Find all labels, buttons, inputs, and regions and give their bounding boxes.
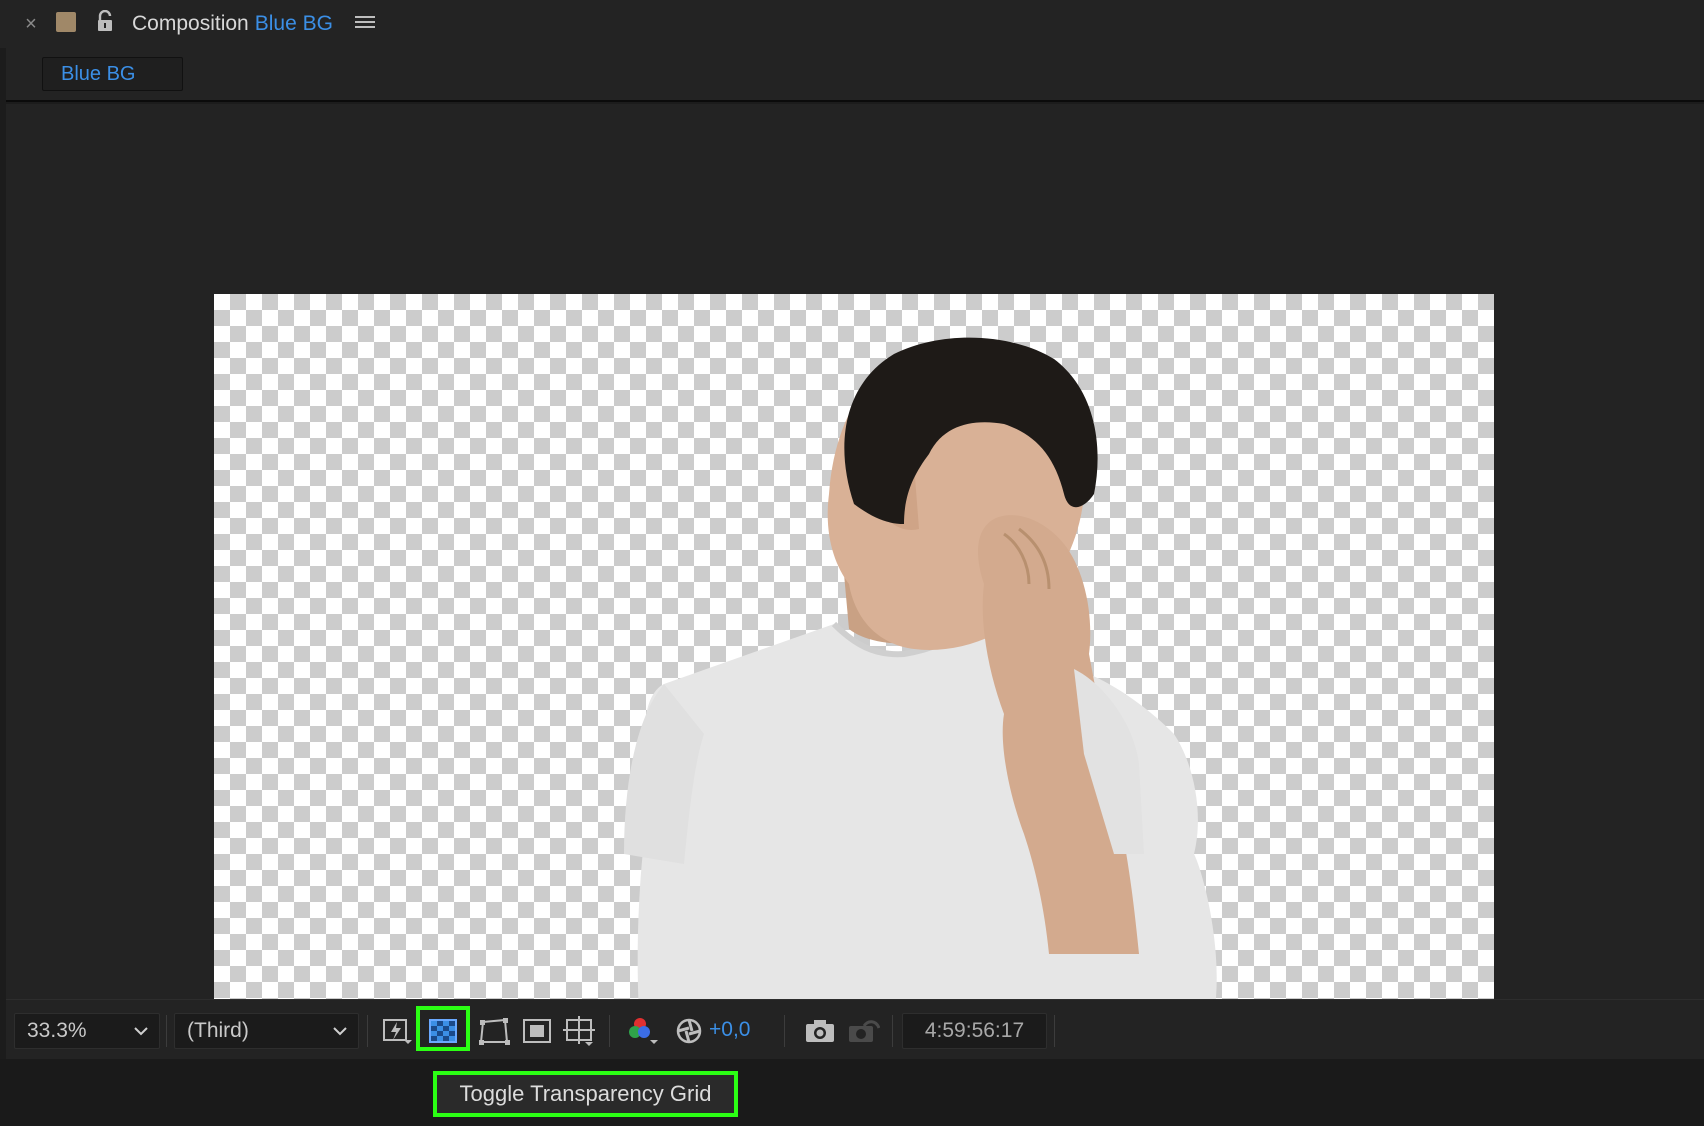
bottom-strip [0,1059,1704,1126]
tooltip: Toggle Transparency Grid [433,1071,738,1117]
lock-open-icon[interactable] [95,9,115,34]
transparency-grid-highlight [416,1006,470,1051]
resolution-value: (Third) [187,1019,249,1042]
chevron-down-icon [333,1027,347,1036]
fast-previews-icon[interactable] [380,1014,414,1048]
chevron-down-icon [134,1027,148,1036]
composition-viewer[interactable] [6,104,1704,1014]
panel-title: Composition Blue BG [132,9,333,39]
composition-name[interactable]: Blue BG [255,12,333,35]
exposure-reset-icon[interactable] [672,1014,706,1048]
mask-path-visibility-icon[interactable] [477,1014,511,1048]
color-channels-icon[interactable] [626,1014,660,1048]
region-of-interest-icon[interactable] [520,1014,554,1048]
timecode-display[interactable]: 4:59:56:17 [902,1013,1047,1049]
composition-canvas[interactable] [214,294,1494,1014]
label-color-swatch[interactable] [56,12,76,32]
tab-blue-bg[interactable]: Blue BG [42,57,183,91]
close-icon[interactable]: × [22,12,40,36]
panel-header: × Composition Blue BG [0,0,1704,48]
composition-tab-row: Blue BG [6,48,1704,102]
viewer-toolbar: 33.3% (Third) +0,0 4:59:56:17 [6,999,1704,1059]
panel-menu-icon[interactable] [354,13,376,35]
person-cutout [624,337,1217,1014]
grid-guides-icon[interactable] [563,1014,597,1048]
magnification-dropdown[interactable]: 33.3% [14,1013,160,1049]
resolution-dropdown[interactable]: (Third) [174,1013,359,1049]
show-snapshot-icon[interactable] [846,1014,881,1048]
magnification-value: 33.3% [27,1019,87,1042]
exposure-value[interactable]: +0,0 [709,1015,750,1045]
panel-title-label: Composition [132,12,249,35]
snapshot-camera-icon[interactable] [803,1014,837,1048]
